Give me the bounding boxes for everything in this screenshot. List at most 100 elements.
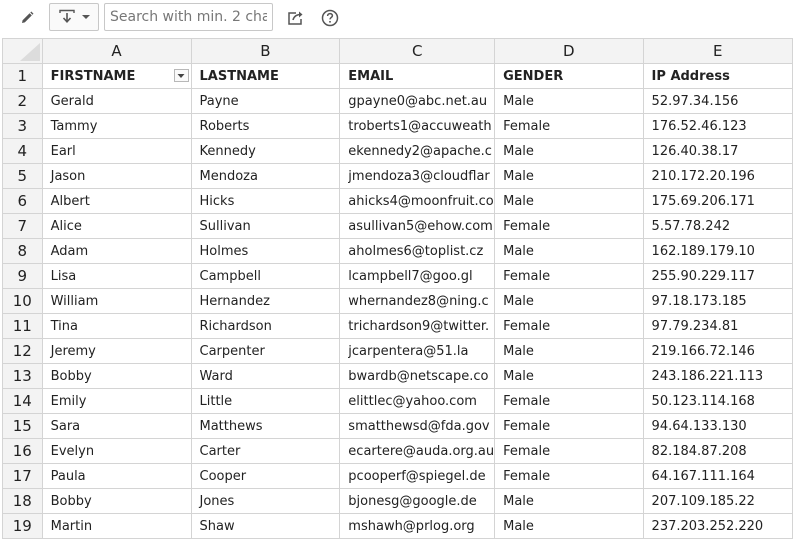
cell[interactable]: 126.40.38.17 xyxy=(642,138,793,164)
help-button[interactable] xyxy=(317,6,343,30)
cell[interactable]: Paula xyxy=(41,463,192,489)
search-input[interactable] xyxy=(104,3,273,31)
cell[interactable]: trichardson9@twitter. xyxy=(339,313,496,339)
cell[interactable]: jcarpentera@51.la xyxy=(339,338,496,364)
cell[interactable]: troberts1@accuweath xyxy=(339,113,496,139)
cell[interactable]: Hernandez xyxy=(190,288,341,314)
cell[interactable]: Female xyxy=(494,463,644,489)
cell[interactable]: Albert xyxy=(41,188,192,214)
cell[interactable]: Carpenter xyxy=(190,338,341,364)
row-header[interactable]: 18 xyxy=(2,488,43,514)
cell[interactable]: gpayne0@abc.net.au xyxy=(339,88,496,114)
cell[interactable]: 243.186.221.113 xyxy=(642,363,793,389)
cell[interactable]: ecartere@auda.org.au xyxy=(339,438,496,464)
cell[interactable]: Jason xyxy=(41,163,192,189)
cell[interactable]: Matthews xyxy=(190,413,341,439)
download-dropdown-button[interactable] xyxy=(49,3,99,31)
cell[interactable]: Male xyxy=(494,138,644,164)
cell[interactable]: Female xyxy=(494,388,644,414)
row-header[interactable]: 9 xyxy=(2,263,43,289)
cell[interactable]: bwardb@netscape.co xyxy=(339,363,496,389)
cell[interactable]: Shaw xyxy=(190,513,341,539)
cell[interactable]: Martin xyxy=(41,513,192,539)
cell[interactable]: Alice xyxy=(41,213,192,239)
cell[interactable]: bjonesg@google.de xyxy=(339,488,496,514)
cell[interactable]: Sara xyxy=(41,413,192,439)
cell[interactable]: 5.57.78.242 xyxy=(642,213,793,239)
cell[interactable]: elittlec@yahoo.com xyxy=(339,388,496,414)
row-header[interactable]: 12 xyxy=(2,338,43,364)
cell[interactable]: Tammy xyxy=(41,113,192,139)
cell[interactable]: asullivan5@ehow.com xyxy=(339,213,496,239)
cell[interactable]: Male xyxy=(494,163,644,189)
cell[interactable]: Male xyxy=(494,238,644,264)
row-header[interactable]: 3 xyxy=(2,113,43,139)
row-header[interactable]: 6 xyxy=(2,188,43,214)
share-button[interactable] xyxy=(283,6,309,30)
cell[interactable]: William xyxy=(41,288,192,314)
cell[interactable]: 207.109.185.22 xyxy=(642,488,793,514)
row-header[interactable]: 5 xyxy=(2,163,43,189)
cell[interactable]: jmendoza3@cloudflar xyxy=(339,163,496,189)
cell[interactable]: lcampbell7@goo.gl xyxy=(339,263,496,289)
column-header-c[interactable]: C xyxy=(339,38,496,64)
cell[interactable]: Male xyxy=(494,338,644,364)
cell[interactable]: 255.90.229.117 xyxy=(642,263,793,289)
cell[interactable]: Ward xyxy=(190,363,341,389)
cell[interactable]: Male xyxy=(494,513,644,539)
cell[interactable]: 210.172.20.196 xyxy=(642,163,793,189)
cell[interactable]: 176.52.46.123 xyxy=(642,113,793,139)
cell[interactable]: 64.167.111.164 xyxy=(642,463,793,489)
cell[interactable]: Jeremy xyxy=(41,338,192,364)
cell[interactable]: Female xyxy=(494,263,644,289)
cell[interactable]: Female xyxy=(494,213,644,239)
cell[interactable]: Cooper xyxy=(190,463,341,489)
cell[interactable]: Payne xyxy=(190,88,341,114)
cell[interactable]: Earl xyxy=(41,138,192,164)
cell[interactable]: Emily xyxy=(41,388,192,414)
row-header[interactable]: 8 xyxy=(2,238,43,264)
cell[interactable]: Bobby xyxy=(41,363,192,389)
cell[interactable]: Richardson xyxy=(190,313,341,339)
cell[interactable]: Mendoza xyxy=(190,163,341,189)
cell[interactable]: Gerald xyxy=(41,88,192,114)
row-header[interactable]: 16 xyxy=(2,438,43,464)
header-cell-ip-address[interactable]: IP Address xyxy=(642,63,793,89)
cell[interactable]: 175.69.206.171 xyxy=(642,188,793,214)
cell[interactable]: Holmes xyxy=(190,238,341,264)
row-header[interactable]: 15 xyxy=(2,413,43,439)
cell[interactable]: whernandez8@ning.c xyxy=(339,288,496,314)
row-header[interactable]: 7 xyxy=(2,213,43,239)
edit-button[interactable] xyxy=(14,7,40,29)
row-header[interactable]: 13 xyxy=(2,363,43,389)
cell[interactable]: Male xyxy=(494,363,644,389)
cell[interactable]: Jones xyxy=(190,488,341,514)
row-header[interactable]: 10 xyxy=(2,288,43,314)
cell[interactable]: Adam xyxy=(41,238,192,264)
column-header-d[interactable]: D xyxy=(494,38,644,64)
cell[interactable]: 219.166.72.146 xyxy=(642,338,793,364)
cell[interactable]: aholmes6@toplist.cz xyxy=(339,238,496,264)
header-cell-firstname[interactable]: FIRSTNAME xyxy=(41,63,192,89)
cell[interactable]: Roberts xyxy=(190,113,341,139)
cell[interactable]: Carter xyxy=(190,438,341,464)
cell[interactable]: Sullivan xyxy=(190,213,341,239)
cell[interactable]: Male xyxy=(494,488,644,514)
cell[interactable]: 97.18.173.185 xyxy=(642,288,793,314)
cell[interactable]: pcooperf@spiegel.de xyxy=(339,463,496,489)
cell[interactable]: Campbell xyxy=(190,263,341,289)
row-header[interactable]: 2 xyxy=(2,88,43,114)
row-header[interactable]: 17 xyxy=(2,463,43,489)
cell[interactable]: Female xyxy=(494,413,644,439)
cell[interactable]: Lisa xyxy=(41,263,192,289)
cell[interactable]: Female xyxy=(494,438,644,464)
cell[interactable]: 82.184.87.208 xyxy=(642,438,793,464)
cell[interactable]: 97.79.234.81 xyxy=(642,313,793,339)
column-header-e[interactable]: E xyxy=(642,38,793,64)
header-cell-email[interactable]: EMAIL xyxy=(339,63,496,89)
cell[interactable]: Evelyn xyxy=(41,438,192,464)
column-header-b[interactable]: B xyxy=(190,38,341,64)
cell[interactable]: ahicks4@moonfruit.co xyxy=(339,188,496,214)
cell[interactable]: Tina xyxy=(41,313,192,339)
cell[interactable]: smatthewsd@fda.gov xyxy=(339,413,496,439)
